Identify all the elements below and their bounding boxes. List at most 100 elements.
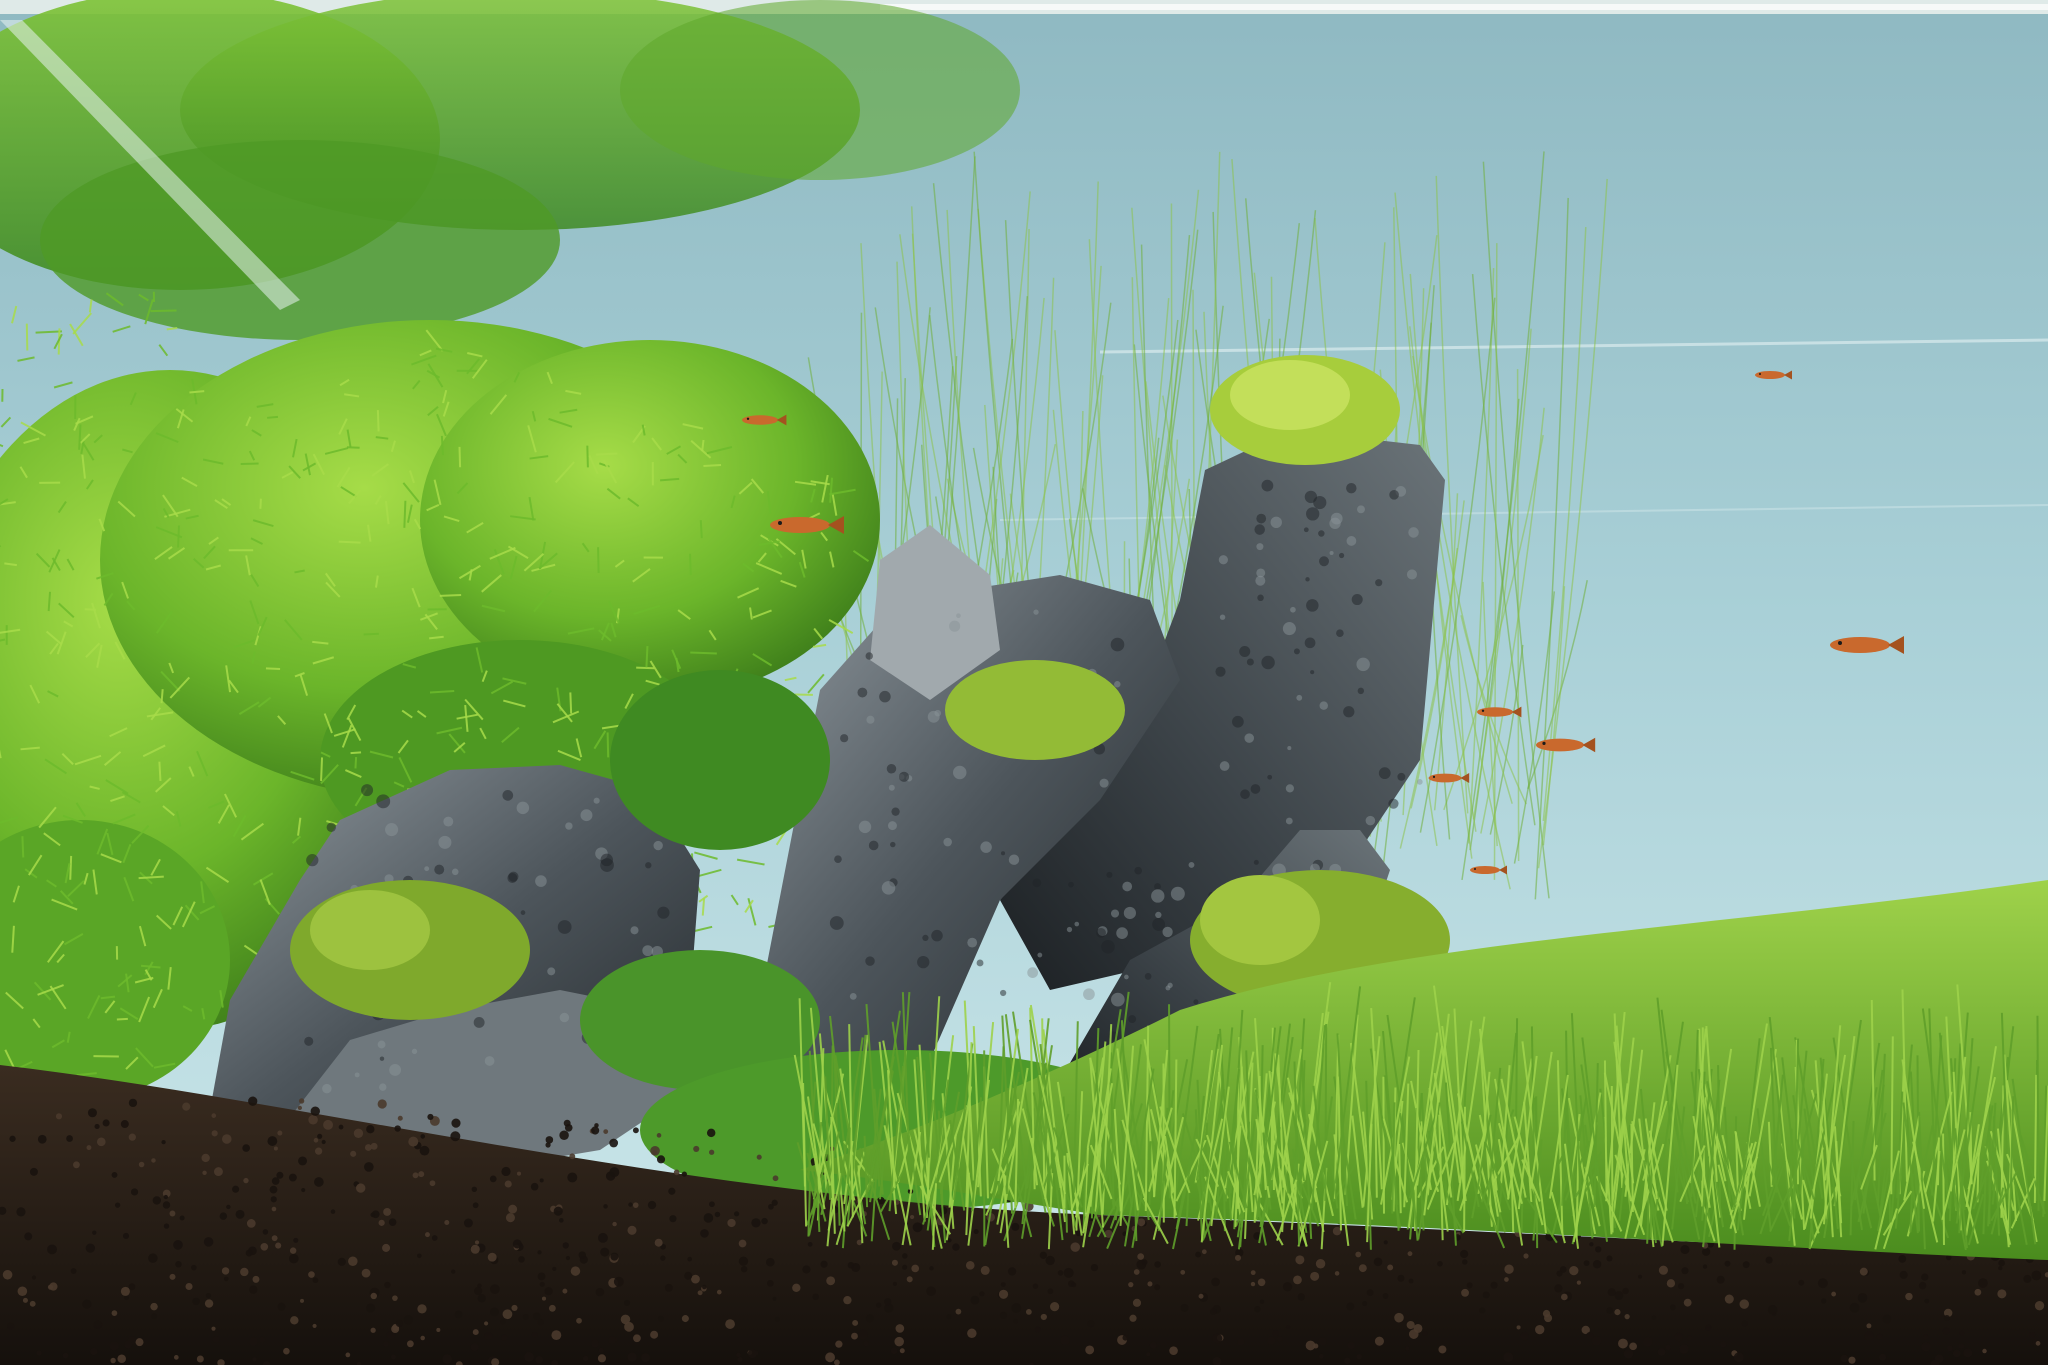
rock-speckle	[535, 875, 547, 887]
gravel-grain	[1614, 1309, 1621, 1316]
rock-speckle	[1218, 555, 1228, 565]
gravel-grain	[1032, 1283, 1039, 1289]
rock-speckle	[1000, 989, 1007, 997]
gravel-grain	[128, 1283, 136, 1291]
gravel-grain	[151, 1313, 158, 1320]
rock-speckle	[379, 1056, 385, 1061]
rock-speckle	[1232, 715, 1244, 728]
rock-speckle	[949, 620, 961, 632]
gravel-grain	[1569, 1265, 1579, 1276]
gravel-grain	[912, 1222, 923, 1233]
gravel-grain	[1466, 1282, 1473, 1289]
gravel-grain	[906, 1276, 913, 1283]
gravel-grain	[1982, 1348, 1987, 1354]
fish-body	[1830, 637, 1890, 653]
gravel-grain	[313, 1138, 319, 1143]
gravel-grain	[706, 1128, 716, 1138]
gravel-grain	[370, 1327, 376, 1333]
gravel-grain	[1720, 1341, 1727, 1348]
gravel-grain	[169, 1210, 176, 1217]
gravel-grain	[1462, 1259, 1468, 1265]
gravel-grain	[858, 1329, 869, 1340]
gravel-grain	[490, 1284, 500, 1294]
gravel-grain	[738, 1256, 749, 1266]
gravel-grain	[1503, 1352, 1514, 1363]
gravel-grain	[501, 1334, 508, 1341]
gravel-grain	[364, 1144, 372, 1151]
gravel-grain	[623, 1299, 631, 1306]
gravel-grain	[114, 1202, 121, 1208]
gravel-grain	[1643, 1336, 1653, 1347]
gravel-grain	[1374, 1336, 1384, 1346]
rock-speckle	[385, 823, 399, 837]
gravel-grain	[388, 1218, 397, 1227]
gravel-grain	[1045, 1255, 1055, 1266]
gravel-grain	[310, 1106, 320, 1116]
gravel-grain	[843, 1295, 852, 1305]
gravel-grain	[664, 1283, 673, 1292]
rock-speckle	[1357, 505, 1365, 514]
gravel-grain	[314, 1177, 324, 1187]
gravel-grain	[1297, 1293, 1305, 1301]
gravel-grain	[756, 1154, 762, 1160]
gravel-grain	[812, 1293, 819, 1301]
gravel-grain	[669, 1215, 677, 1223]
rock-speckle	[1267, 774, 1273, 780]
gravel-grain	[522, 1314, 529, 1320]
gravel-grain	[544, 1287, 553, 1296]
gravel-grain	[425, 1232, 430, 1238]
rock-speckle	[438, 835, 452, 849]
gravel-grain	[1618, 1338, 1628, 1349]
gravel-grain	[240, 1267, 249, 1277]
needle-leaf	[350, 751, 362, 755]
rock-speckle	[354, 1072, 360, 1078]
gravel-grain	[563, 1119, 571, 1127]
gravel-grain	[1133, 1269, 1140, 1275]
gravel-grain	[16, 1207, 26, 1217]
gravel-grain	[569, 1153, 576, 1160]
rock-speckle	[943, 837, 952, 847]
rock-speckle	[967, 937, 978, 948]
gravel-grain	[2034, 1300, 2045, 1311]
gravel-grain	[277, 1130, 283, 1136]
gravel-grain	[394, 1125, 401, 1132]
needle-leaf	[259, 498, 262, 509]
gravel-grain	[952, 1243, 960, 1251]
gravel-grain	[384, 1281, 391, 1289]
rock-speckle	[1378, 767, 1391, 780]
gravel-grain	[192, 1297, 200, 1306]
gravel-grain	[1674, 1332, 1684, 1342]
rock-speckle	[653, 840, 663, 851]
gravel-grain	[29, 1167, 38, 1176]
gravel-grain	[408, 1136, 419, 1147]
gravel-grain	[17, 1286, 28, 1297]
gravel-grain	[673, 1169, 680, 1176]
gravel-grain	[891, 1259, 898, 1266]
gravel-grain	[223, 1276, 229, 1282]
rock-speckle	[389, 1064, 402, 1076]
rock-speckle	[834, 855, 842, 863]
rock-speckle	[898, 771, 910, 782]
fish-eye	[1432, 775, 1436, 778]
gravel-grain	[660, 1255, 666, 1261]
gravel-grain	[641, 1353, 650, 1363]
needle-leaf	[338, 540, 361, 544]
rock-speckle	[1303, 527, 1309, 533]
gravel-grain	[1963, 1348, 1973, 1358]
gravel-grain	[1504, 1264, 1514, 1274]
gravel-grain	[1638, 1274, 1643, 1279]
gravel-grain	[1959, 1330, 1965, 1336]
gravel-grain	[1614, 1291, 1624, 1300]
gravel-grain	[66, 1135, 73, 1142]
gravel-grain	[161, 1139, 166, 1145]
gravel-grain	[504, 1180, 512, 1188]
gravel-grain	[1180, 1303, 1189, 1312]
rock-speckle	[1170, 886, 1185, 901]
gravel-grain	[1658, 1265, 1668, 1275]
gravel-grain	[613, 1276, 624, 1287]
rock-speckle	[1336, 629, 1344, 637]
rock-speckle	[1408, 527, 1419, 538]
gravel-grain	[150, 1302, 158, 1311]
gravel-grain	[382, 1243, 391, 1252]
rock-speckle	[849, 992, 857, 1000]
